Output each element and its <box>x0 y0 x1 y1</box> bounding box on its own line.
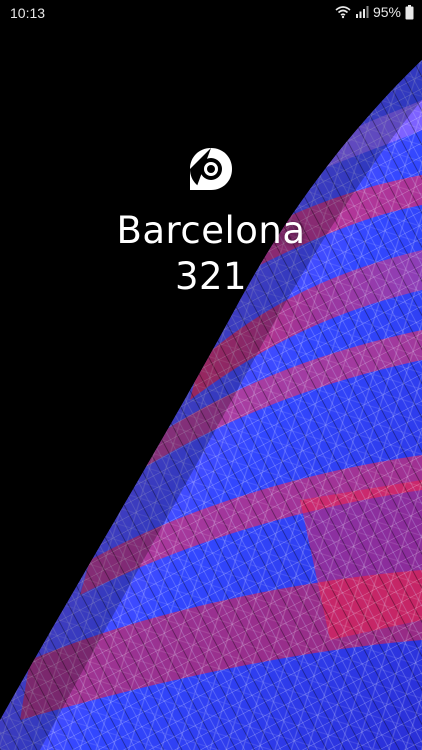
app-name-line-2: 321 <box>174 255 248 298</box>
app-name-line-1: Barcelona <box>116 209 306 252</box>
signal-icon <box>355 6 369 18</box>
wifi-icon <box>335 6 351 19</box>
battery-percentage: 95% <box>372 4 401 20</box>
splash-screen: 10:13 95% Barcelona 321 <box>0 0 422 750</box>
tower-background-image <box>0 60 422 750</box>
status-time: 10:13 <box>10 5 46 21</box>
battery-icon <box>405 4 414 19</box>
splash-branding: Barcelona 321 <box>0 146 422 300</box>
location-pin-icon <box>190 148 232 190</box>
status-icons: 95% <box>335 4 414 20</box>
status-bar: 10:13 95% <box>0 0 422 26</box>
